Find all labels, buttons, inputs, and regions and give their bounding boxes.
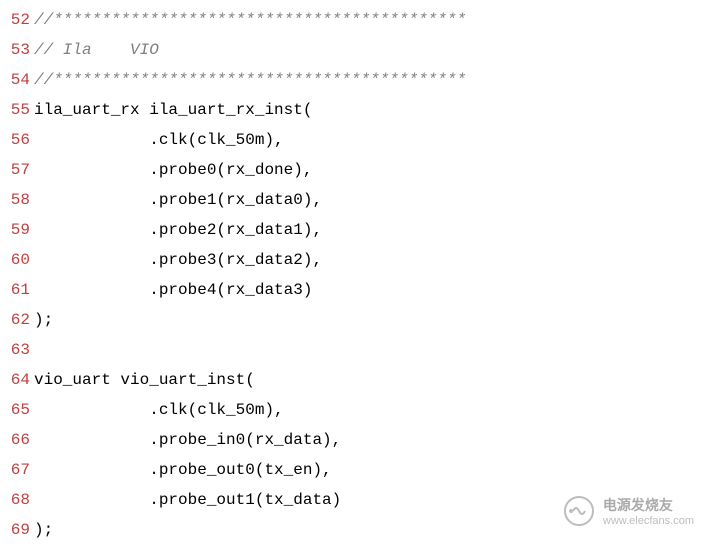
- code-content-area: //**************************************…: [32, 0, 709, 550]
- line-number: 69: [0, 515, 30, 545]
- code-text: .probe1(rx_data0),: [34, 191, 322, 209]
- code-line: [34, 335, 709, 365]
- line-number: 67: [0, 455, 30, 485]
- line-number: 64: [0, 365, 30, 395]
- code-line: .probe_in0(rx_data),: [34, 425, 709, 455]
- code-text: );: [34, 521, 53, 539]
- line-number-gutter: 525354555657585960616263646566676869: [0, 0, 32, 550]
- line-number: 52: [0, 5, 30, 35]
- code-line: //**************************************…: [34, 65, 709, 95]
- line-number: 66: [0, 425, 30, 455]
- line-number: 53: [0, 35, 30, 65]
- code-line: .clk(clk_50m),: [34, 125, 709, 155]
- code-text: .probe3(rx_data2),: [34, 251, 322, 269]
- code-text: .probe4(rx_data3): [34, 281, 312, 299]
- code-line: .probe3(rx_data2),: [34, 245, 709, 275]
- code-line: //**************************************…: [34, 5, 709, 35]
- line-number: 56: [0, 125, 30, 155]
- code-line: vio_uart vio_uart_inst(: [34, 365, 709, 395]
- line-number: 59: [0, 215, 30, 245]
- code-text: ila_uart_rx ila_uart_rx_inst(: [34, 101, 312, 119]
- code-text: .probe2(rx_data1),: [34, 221, 322, 239]
- code-line: .probe0(rx_done),: [34, 155, 709, 185]
- code-line: // Ila VIO: [34, 35, 709, 65]
- line-number: 61: [0, 275, 30, 305]
- line-number: 65: [0, 395, 30, 425]
- code-line: .clk(clk_50m),: [34, 395, 709, 425]
- code-line: .probe_out0(tx_en),: [34, 455, 709, 485]
- code-line: .probe4(rx_data3): [34, 275, 709, 305]
- line-number: 57: [0, 155, 30, 185]
- line-number: 55: [0, 95, 30, 125]
- line-number: 58: [0, 185, 30, 215]
- code-text: .probe_in0(rx_data),: [34, 431, 341, 449]
- line-number: 62: [0, 305, 30, 335]
- code-text: .clk(clk_50m),: [34, 131, 284, 149]
- watermark: 电源发烧友 www.elecfans.com: [563, 495, 694, 527]
- code-text: );: [34, 311, 53, 329]
- code-text: vio_uart vio_uart_inst(: [34, 371, 255, 389]
- code-line: );: [34, 305, 709, 335]
- code-text: .clk(clk_50m),: [34, 401, 284, 419]
- line-number: 68: [0, 485, 30, 515]
- code-editor: 525354555657585960616263646566676869 //*…: [0, 0, 709, 550]
- code-line: .probe1(rx_data0),: [34, 185, 709, 215]
- code-text: .probe_out0(tx_en),: [34, 461, 332, 479]
- code-line: ila_uart_rx ila_uart_rx_inst(: [34, 95, 709, 125]
- line-number: 63: [0, 335, 30, 365]
- line-number: 54: [0, 65, 30, 95]
- comment-text: // Ila VIO: [34, 41, 159, 59]
- code-line: .probe2(rx_data1),: [34, 215, 709, 245]
- comment-text: //**************************************…: [34, 71, 466, 89]
- line-number: 60: [0, 245, 30, 275]
- watermark-text-group: 电源发烧友 www.elecfans.com: [603, 495, 694, 527]
- watermark-logo-icon: [563, 495, 595, 527]
- code-text: .probe0(rx_done),: [34, 161, 312, 179]
- watermark-title: 电源发烧友: [603, 495, 694, 515]
- code-text: .probe_out1(tx_data): [34, 491, 341, 509]
- comment-text: //**************************************…: [34, 11, 466, 29]
- watermark-url: www.elecfans.com: [603, 515, 694, 527]
